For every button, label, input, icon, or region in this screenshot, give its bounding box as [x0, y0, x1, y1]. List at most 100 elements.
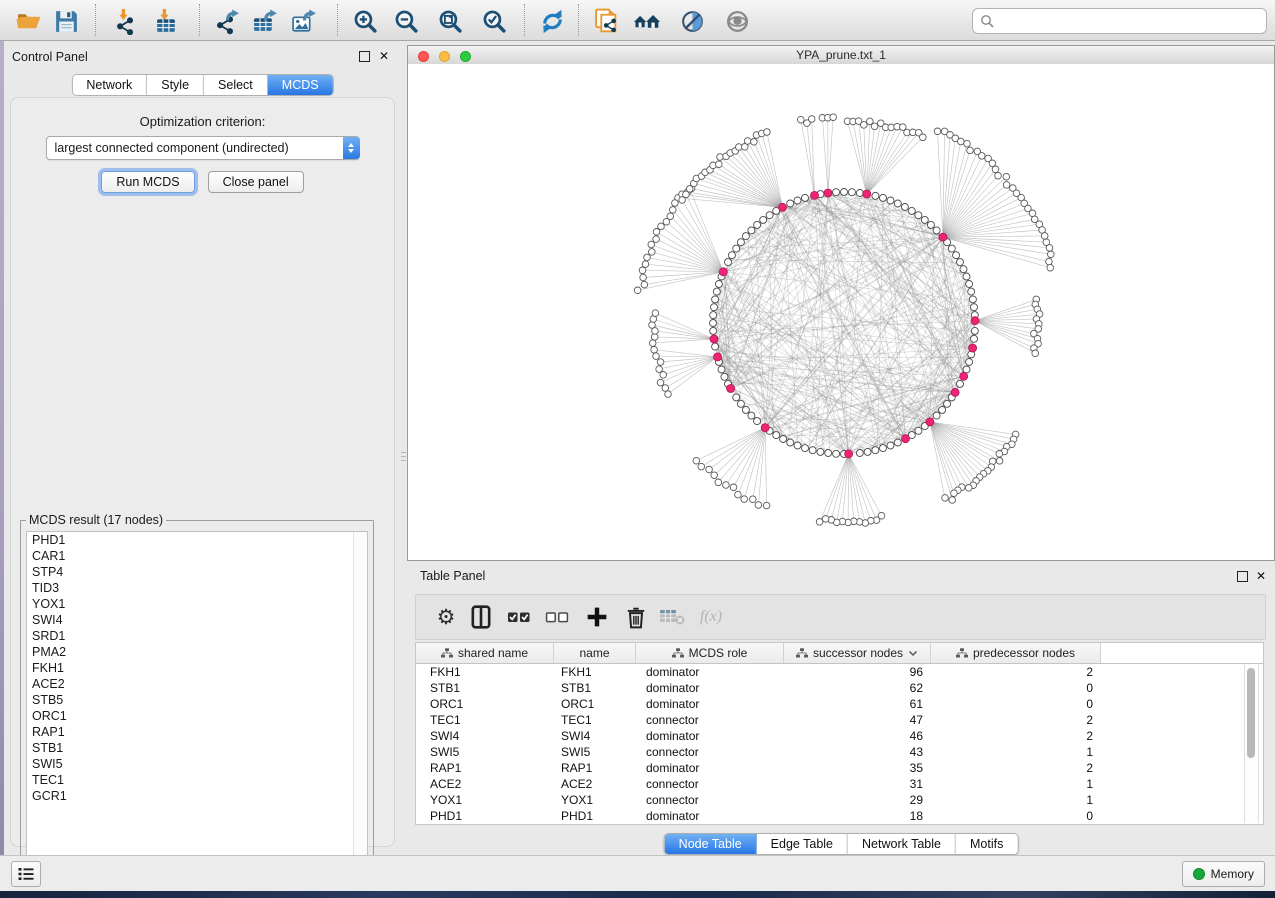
table-row[interactable]: SWI4SWI4dominator462: [416, 728, 1263, 744]
table-row[interactable]: ACE2ACE2connector311: [416, 776, 1263, 792]
mcds-result-item[interactable]: RAP1: [27, 724, 367, 740]
mcds-result-item[interactable]: SWI5: [27, 756, 367, 772]
gear-icon[interactable]: ⚙: [433, 604, 459, 630]
column-header-successor-nodes[interactable]: successor nodes: [784, 643, 931, 663]
column-header-MCDS-role[interactable]: MCDS role: [636, 643, 784, 663]
float-panel-icon[interactable]: [357, 49, 371, 63]
column-header-shared-name[interactable]: shared name: [416, 643, 554, 663]
mcds-result-item[interactable]: SWI4: [27, 612, 367, 628]
mcds-result-item[interactable]: GCR1: [27, 788, 367, 804]
table-row[interactable]: SWI5SWI5connector431: [416, 744, 1263, 760]
memory-button[interactable]: Memory: [1182, 861, 1265, 887]
mcds-result-item[interactable]: TID3: [27, 580, 367, 596]
zoom-fit-icon[interactable]: [436, 7, 464, 35]
table-scrollbar-thumb[interactable]: [1247, 668, 1255, 758]
cell-MCDS-role: connector: [636, 713, 784, 727]
delete-table-icon: [659, 604, 685, 630]
table-row[interactable]: FKH1FKH1dominator962: [416, 664, 1263, 680]
run-mcds-button[interactable]: Run MCDS: [101, 171, 194, 193]
cell-successor-nodes: 96: [784, 665, 931, 679]
cell-MCDS-role: dominator: [636, 809, 784, 823]
network-canvas[interactable]: [408, 64, 1274, 560]
float-table-panel-icon[interactable]: [1235, 569, 1249, 583]
optimization-criterion-select[interactable]: largest connected component (undirected): [46, 136, 360, 160]
cell-shared-name: TEC1: [416, 713, 554, 727]
table-row[interactable]: PHD1PHD1dominator180: [416, 808, 1263, 824]
hide-panels-icon[interactable]: [678, 7, 706, 35]
clone-network-icon[interactable]: [592, 7, 620, 35]
tab-select[interactable]: Select: [204, 75, 268, 95]
show-panels-icon[interactable]: [723, 7, 751, 35]
table-row[interactable]: TEC1TEC1connector472: [416, 712, 1263, 728]
close-panel-button[interactable]: Close panel: [208, 171, 304, 193]
zoom-selected-icon[interactable]: [480, 7, 508, 35]
import-network-icon[interactable]: [111, 7, 139, 35]
cell-MCDS-role: dominator: [636, 681, 784, 695]
table-row[interactable]: STB1STB1dominator620: [416, 680, 1263, 696]
column-header-name[interactable]: name: [554, 643, 636, 663]
search-box[interactable]: [972, 8, 1267, 34]
home-icon[interactable]: [633, 7, 661, 35]
tab-mcds[interactable]: MCDS: [268, 75, 333, 95]
optimization-criterion-value: largest connected component (undirected): [47, 141, 343, 155]
mcds-result-item[interactable]: STB5: [27, 692, 367, 708]
cell-predecessor-nodes: 1: [931, 745, 1101, 759]
search-input[interactable]: [994, 11, 1266, 31]
mcds-result-item[interactable]: STP4: [27, 564, 367, 580]
add-row-icon[interactable]: [584, 604, 610, 630]
delete-row-icon[interactable]: [623, 604, 649, 630]
table-scrollbar[interactable]: [1244, 664, 1259, 823]
mcds-result-item[interactable]: FKH1: [27, 660, 367, 676]
close-panel-icon[interactable]: ✕: [377, 49, 391, 63]
hierarchy-icon: [796, 648, 808, 658]
columns-icon[interactable]: [468, 604, 494, 630]
mcds-result-item[interactable]: TEC1: [27, 772, 367, 788]
cell-name: SWI5: [554, 745, 636, 759]
table-row[interactable]: RAP1RAP1dominator352: [416, 760, 1263, 776]
mcds-result-item[interactable]: ORC1: [27, 708, 367, 724]
control-panel-title: Control Panel: [12, 50, 88, 64]
cell-shared-name: FKH1: [416, 665, 554, 679]
mcds-result-item[interactable]: STB1: [27, 740, 367, 756]
mcds-result-item[interactable]: PHD1: [27, 532, 367, 548]
panel-selector-button[interactable]: [11, 861, 41, 887]
cell-shared-name: PHD1: [416, 809, 554, 823]
tab-edge-table[interactable]: Edge Table: [757, 834, 848, 854]
mcds-result-item[interactable]: CAR1: [27, 548, 367, 564]
column-header-predecessor-nodes[interactable]: predecessor nodes: [931, 643, 1101, 663]
zoom-out-icon[interactable]: [392, 7, 420, 35]
zoom-in-icon[interactable]: [351, 7, 379, 35]
tab-network-table[interactable]: Network Table: [848, 834, 956, 854]
select-stepper-icon: [343, 137, 360, 159]
cell-name: PHD1: [554, 809, 636, 823]
export-network-icon[interactable]: [213, 7, 241, 35]
mcds-result-item[interactable]: PMA2: [27, 644, 367, 660]
mcds-result-item[interactable]: SRD1: [27, 628, 367, 644]
deselect-all-icon[interactable]: [544, 604, 570, 630]
mcds-result-item[interactable]: YOX1: [27, 596, 367, 612]
export-table-icon[interactable]: [251, 7, 279, 35]
close-table-panel-icon[interactable]: ✕: [1254, 569, 1268, 583]
mcds-result-scrollbar[interactable]: [353, 532, 367, 863]
mcds-result-item[interactable]: ACE2: [27, 676, 367, 692]
tab-motifs[interactable]: Motifs: [956, 834, 1017, 854]
refresh-layout-icon[interactable]: [538, 7, 566, 35]
mcds-result-list[interactable]: PHD1CAR1STP4TID3YOX1SWI4SRD1PMA2FKH1ACE2…: [26, 531, 368, 864]
export-image-icon[interactable]: [290, 7, 318, 35]
cell-name: TEC1: [554, 713, 636, 727]
tab-node-table[interactable]: Node Table: [665, 834, 757, 854]
tab-network[interactable]: Network: [72, 75, 147, 95]
mcds-result-group: MCDS result (17 nodes) PHD1CAR1STP4TID3Y…: [20, 513, 374, 870]
memory-label: Memory: [1211, 867, 1254, 881]
tab-style[interactable]: Style: [147, 75, 204, 95]
table-row[interactable]: ORC1ORC1dominator610: [416, 696, 1263, 712]
table-row[interactable]: YOX1YOX1connector291: [416, 792, 1263, 808]
memory-status-icon: [1193, 868, 1205, 880]
select-all-icon[interactable]: [506, 604, 532, 630]
splitter-handle[interactable]: [400, 443, 407, 469]
open-session-icon[interactable]: [14, 7, 42, 35]
save-session-icon[interactable]: [52, 7, 80, 35]
hierarchy-icon: [956, 648, 968, 658]
cell-predecessor-nodes: 1: [931, 777, 1101, 791]
import-table-icon[interactable]: [152, 7, 180, 35]
